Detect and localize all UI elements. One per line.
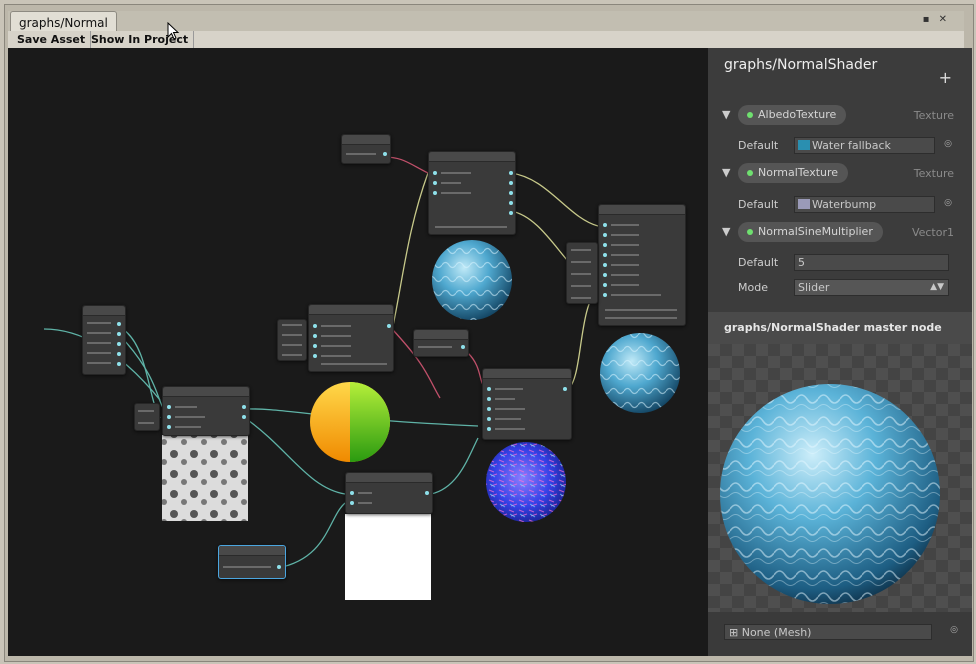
preview-sphere — [720, 384, 940, 604]
tab-bar: graphs/Normal ▪ ✕ — [8, 11, 964, 34]
chevron-down-icon[interactable]: ▼ — [722, 225, 730, 238]
property-sine-mode: Mode Slider ▲▼ — [720, 277, 956, 299]
property-pill[interactable]: NormalSineMultiplier — [738, 222, 883, 242]
master-preview-title[interactable]: graphs/NormalShader master node preview — [708, 312, 972, 366]
texture-thumb-icon — [798, 140, 810, 150]
node-master[interactable] — [598, 204, 686, 326]
property-albedo-default: Default Water fallback ◎ — [738, 137, 952, 154]
property-pill[interactable]: NormalTexture — [738, 163, 849, 183]
property-pill[interactable]: AlbedoTexture — [738, 105, 847, 125]
chevron-down-icon[interactable]: ▼ — [722, 166, 730, 179]
mesh-bar: ⊞ None (Mesh) ◎ — [708, 612, 972, 656]
add-property-icon[interactable]: + — [939, 68, 952, 87]
white-preview — [345, 514, 431, 600]
node-master-inputs[interactable] — [566, 242, 598, 304]
mesh-icon: ⊞ — [729, 626, 742, 639]
property-type: Texture — [913, 109, 954, 122]
exposed-dot-icon — [747, 229, 753, 235]
property-sine-multiplier[interactable]: ▼ NormalSineMultiplier Vector1 — [720, 222, 956, 244]
object-picker-icon[interactable]: ◎ — [944, 198, 952, 208]
blackboard-panel: graphs/NormalShader + ▼ AlbedoTexture Te… — [708, 48, 972, 656]
texture-field[interactable]: Waterbump — [794, 196, 935, 213]
texture-field[interactable]: Water fallback — [794, 137, 935, 154]
property-normal[interactable]: ▼ NormalTexture Texture — [720, 163, 956, 185]
node-noise-inputs[interactable] — [134, 403, 160, 431]
graph-canvas[interactable] — [8, 48, 708, 656]
node-property-a[interactable] — [341, 134, 391, 164]
chevron-down-icon[interactable]: ▼ — [722, 108, 730, 121]
property-type: Vector1 — [911, 226, 954, 239]
node-normal-sample[interactable] — [482, 368, 572, 440]
noise-preview — [162, 435, 248, 521]
save-asset-button[interactable]: Save Asset — [12, 31, 92, 48]
property-type: Texture — [913, 167, 954, 180]
node-property-b[interactable] — [413, 329, 469, 357]
object-picker-icon[interactable]: ◎ — [950, 625, 958, 635]
toolbar: Save Asset Show In Project — [8, 31, 964, 49]
exposed-dot-icon — [747, 112, 753, 118]
window-controls-icon[interactable]: ▪ ✕ — [923, 14, 950, 25]
node-time[interactable] — [82, 305, 126, 375]
property-normal-default: Default Waterbump ◎ — [738, 196, 952, 213]
exposed-dot-icon — [747, 170, 753, 176]
node-multiply[interactable] — [345, 472, 433, 514]
node-vector-inputs[interactable] — [277, 319, 307, 361]
object-picker-icon[interactable]: ◎ — [944, 139, 952, 149]
mesh-field[interactable]: ⊞ None (Mesh) — [724, 624, 932, 640]
node-noise[interactable] — [162, 386, 250, 436]
mode-dropdown[interactable]: Slider ▲▼ — [794, 279, 949, 296]
texture-thumb-icon — [798, 199, 810, 209]
dropdown-arrow-icon: ▲▼ — [930, 282, 944, 292]
master-preview[interactable] — [708, 344, 972, 612]
node-vector[interactable] — [308, 304, 394, 372]
property-albedo[interactable]: ▼ AlbedoTexture Texture — [720, 105, 956, 127]
blackboard-title: graphs/NormalShader — [724, 57, 878, 73]
node-sample-texture[interactable] — [428, 151, 516, 235]
property-sine-default: Default 5 — [720, 252, 956, 274]
node-property-selected[interactable] — [218, 545, 286, 579]
float-field[interactable]: 5 — [794, 254, 949, 271]
mouse-cursor-icon — [167, 22, 180, 40]
